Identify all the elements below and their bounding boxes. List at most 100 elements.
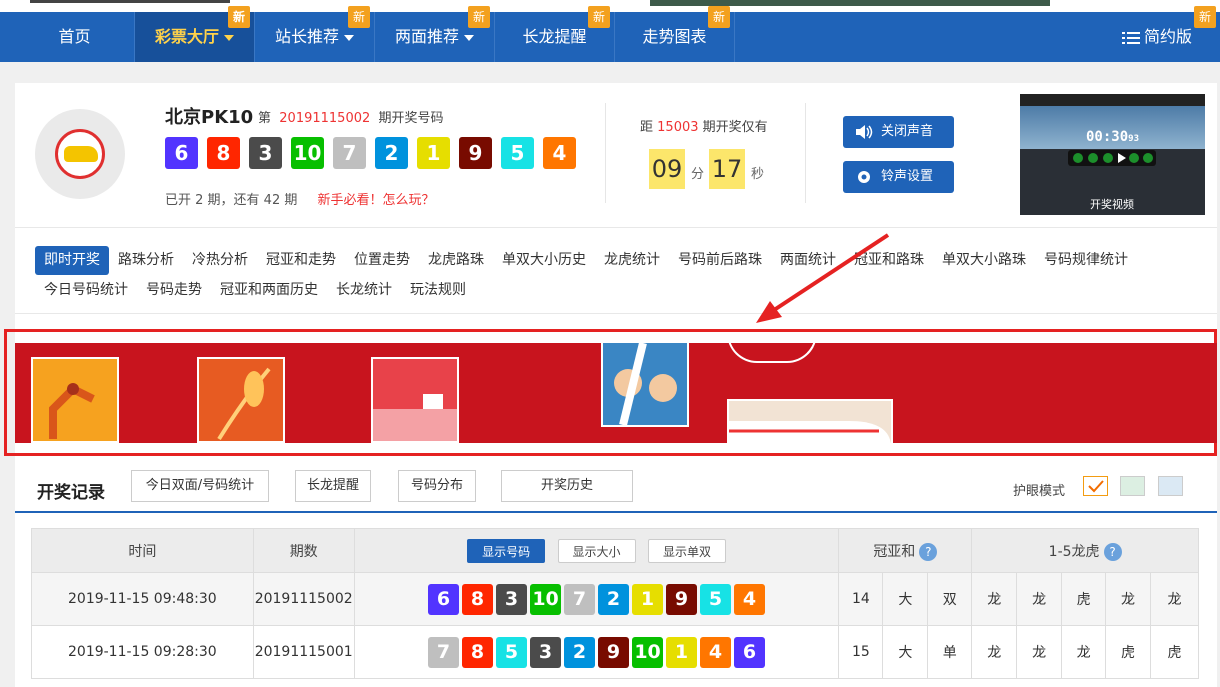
- header-sum: 冠亚和?: [838, 528, 973, 573]
- row-ball: 5: [700, 583, 732, 615]
- issue-number: 20191115002: [279, 111, 371, 126]
- promo-banner[interactable]: [15, 343, 1217, 443]
- video-topbar: [1020, 94, 1205, 106]
- row-dragon-tiger: 龙: [1016, 625, 1063, 679]
- table-row: 2019-11-15 09:48:30 20191115002 6 8 3 10 7 2 1 9 5…: [31, 572, 1200, 626]
- new-badge: 新: [228, 6, 250, 28]
- header-issue: 期数: [252, 528, 355, 573]
- speaker-icon: [856, 125, 873, 139]
- draw-ball: 2: [375, 137, 408, 169]
- row-ball: 2: [564, 636, 596, 668]
- show-numbers-button[interactable]: 显示号码: [467, 538, 546, 563]
- tab-14[interactable]: 号码走势: [137, 276, 211, 305]
- row-ball: 4: [734, 583, 766, 615]
- countdown-seconds: 17: [709, 149, 745, 189]
- row-size: 大: [882, 625, 929, 679]
- mute-button[interactable]: 关闭声音: [843, 116, 954, 148]
- eye-mode-blue[interactable]: [1158, 476, 1183, 496]
- train-tile: [727, 399, 893, 443]
- row-dragon-tiger: 虎: [1105, 625, 1151, 679]
- row-ball: 1: [632, 583, 664, 615]
- nav-item-1[interactable]: 彩票大厅新: [135, 6, 255, 62]
- row-dragon-tiger: 龙: [971, 625, 1018, 679]
- chevron-down-icon: [224, 34, 234, 41]
- draw-ball: 3: [249, 137, 282, 169]
- row-dragon-tiger: 龙: [1061, 625, 1107, 679]
- newbie-link[interactable]: 新手必看！怎么玩？: [317, 193, 434, 208]
- row-ball: 2: [598, 583, 630, 615]
- row-ball: 7: [564, 583, 596, 615]
- row-dragon-tiger: 龙: [1105, 572, 1151, 626]
- ship-tile: [371, 357, 459, 443]
- ringtone-settings-button[interactable]: 铃声设置: [843, 161, 954, 193]
- simple-label: 简约版: [1143, 27, 1192, 46]
- tab-1[interactable]: 路珠分析: [109, 246, 183, 275]
- nav-item-2[interactable]: 站长推荐新: [255, 6, 375, 62]
- simple-version-link[interactable]: 简约版新: [1121, 6, 1216, 62]
- eye-mode-green[interactable]: [1120, 476, 1145, 496]
- row-sum: 15: [838, 625, 884, 679]
- new-badge: 新: [348, 6, 370, 28]
- check-icon: [1088, 480, 1104, 493]
- nav-item-0[interactable]: 首页: [15, 12, 135, 62]
- header-switches: 显示号码 显示大小 显示单双: [353, 528, 840, 573]
- row-parity: 双: [927, 572, 973, 626]
- today-stats-button[interactable]: 今日双面/号码统计: [131, 470, 269, 502]
- tab-5[interactable]: 龙虎路珠: [419, 246, 493, 275]
- draw-history-button[interactable]: 开奖历史: [501, 470, 633, 502]
- countdown-suffix: 期开奖仅有: [702, 120, 768, 135]
- annotation-arrow: [756, 233, 890, 323]
- analysis-tabs: 即时开奖 路珠分析 冷热分析 冠亚和走势 位置走势 龙虎路珠 单双大小历史 龙虎统计 号码前后路…: [35, 246, 1195, 306]
- ship-icon: [373, 394, 457, 441]
- video-timer-ms: 93: [1128, 134, 1139, 144]
- eye-mode-label: 护眼模式: [1013, 484, 1066, 499]
- row-ball: 7: [428, 636, 460, 668]
- records-underline: [15, 511, 1217, 513]
- tab-17[interactable]: 玩法规则: [401, 276, 475, 305]
- draw-ball: 8: [207, 137, 240, 169]
- eye-mode-default[interactable]: [1083, 476, 1108, 496]
- help-icon[interactable]: ?: [919, 542, 938, 561]
- row-balls: 7 8 5 3 2 9 10 1 4 6: [353, 625, 840, 679]
- number-distribution-button[interactable]: 号码分布: [398, 470, 476, 502]
- tab-13[interactable]: 今日号码统计: [35, 276, 137, 305]
- draw-video[interactable]: 00:3093 开奖视频: [1020, 94, 1205, 215]
- row-dragon-tiger: 龙: [971, 572, 1018, 626]
- tab-16[interactable]: 长龙统计: [327, 276, 401, 305]
- children-tile: [601, 343, 689, 427]
- new-badge: 新: [468, 6, 490, 28]
- header-dragon-tiger: 1-5龙虎?: [971, 528, 1199, 573]
- tab-6[interactable]: 单双大小历史: [493, 246, 595, 275]
- row-ball: 3: [530, 636, 562, 668]
- sun-arc: [727, 343, 817, 363]
- nav-item-4[interactable]: 长龙提醒新: [495, 6, 615, 62]
- row-ball: 5: [496, 636, 528, 668]
- long-dragon-button[interactable]: 长龙提醒: [295, 470, 371, 502]
- next-issue-number: 15003: [657, 120, 699, 135]
- tab-12[interactable]: 号码规律统计: [1035, 246, 1137, 275]
- help-icon[interactable]: ?: [1103, 542, 1122, 561]
- issue-prefix: 第: [258, 111, 272, 126]
- divider: [605, 103, 606, 203]
- tab-11[interactable]: 单双大小路珠: [933, 246, 1035, 275]
- tab-15[interactable]: 冠亚和两面历史: [211, 276, 327, 305]
- tab-4[interactable]: 位置走势: [345, 246, 419, 275]
- tab-2[interactable]: 冷热分析: [183, 246, 257, 275]
- row-dragon-tiger: 虎: [1061, 572, 1107, 626]
- tab-3[interactable]: 冠亚和走势: [257, 246, 345, 275]
- countdown-minutes: 09: [649, 149, 685, 189]
- show-size-button[interactable]: 显示大小: [557, 538, 636, 563]
- nav-label: 首页: [58, 27, 91, 46]
- draw-ball: 6: [165, 137, 198, 169]
- draw-ball: 10: [291, 137, 324, 169]
- nav-item-3[interactable]: 两面推荐新: [375, 6, 495, 62]
- show-parity-button[interactable]: 显示单双: [648, 538, 727, 563]
- wheat-icon: [217, 367, 271, 441]
- tab-0[interactable]: 即时开奖: [35, 246, 109, 275]
- play-icon: [1073, 153, 1153, 163]
- draw-ball: 1: [417, 137, 450, 169]
- nav-item-5[interactable]: 走势图表新: [615, 6, 735, 62]
- game-title: 北京PK10: [165, 107, 254, 128]
- tab-7[interactable]: 龙虎统计: [595, 246, 669, 275]
- nav-label: 两面推荐: [394, 27, 459, 46]
